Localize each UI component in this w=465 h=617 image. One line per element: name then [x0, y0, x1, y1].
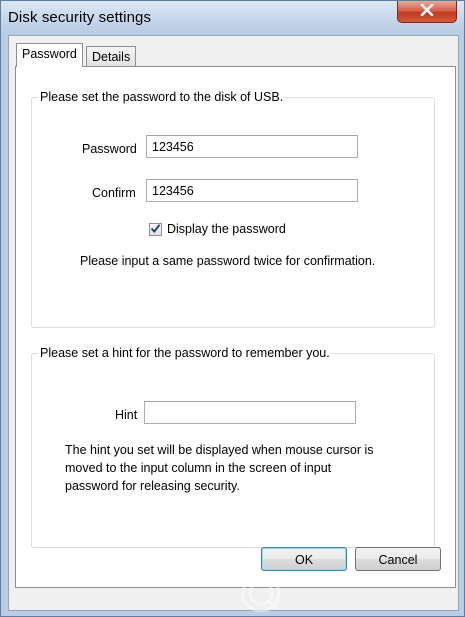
display-password-label: Display the password: [167, 222, 286, 236]
confirm-label: Confirm: [92, 186, 136, 200]
hint-description: The hint you set will be displayed when …: [65, 441, 425, 495]
hint-input[interactable]: [144, 401, 356, 424]
dialog-body: Password Details Please set the password…: [8, 35, 459, 611]
hint-description-line: moved to the input column in the screen …: [65, 461, 332, 475]
password-instruction: Please input a same password twice for c…: [80, 254, 376, 268]
display-password-checkbox[interactable]: [149, 223, 162, 236]
confirm-input[interactable]: [146, 179, 358, 202]
hint-group-title: Please set a hint for the password to re…: [38, 346, 332, 360]
tab-password[interactable]: Password: [16, 43, 83, 67]
ok-button[interactable]: OK: [261, 547, 347, 571]
hint-description-line: password for releasing security.: [65, 479, 240, 493]
password-label: Password: [82, 142, 137, 156]
title-bar[interactable]: Disk security settings: [1, 1, 464, 35]
password-input[interactable]: [146, 135, 358, 158]
check-icon: [150, 223, 161, 237]
hint-description-line: The hint you set will be displayed when …: [65, 443, 374, 457]
hint-label: Hint: [115, 408, 138, 422]
window-title: Disk security settings: [8, 9, 152, 26]
password-group: [31, 97, 435, 328]
close-icon: [420, 3, 434, 19]
password-tab-panel: Please set the password to the disk of U…: [15, 66, 456, 588]
password-group-title: Please set the password to the disk of U…: [38, 90, 286, 104]
tab-details[interactable]: Details: [86, 46, 137, 68]
cancel-button[interactable]: Cancel: [355, 547, 441, 571]
close-button[interactable]: [397, 1, 457, 23]
dialog-window: Disk security settings Password Details …: [0, 0, 465, 617]
